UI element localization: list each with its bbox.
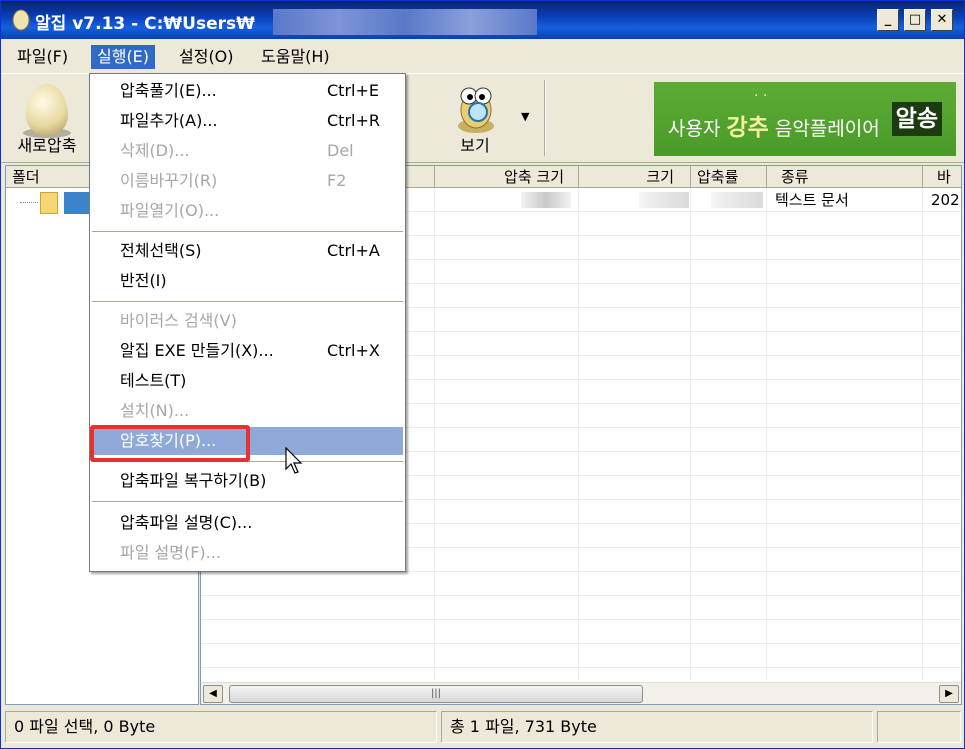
menu-item-label: 반전(I) bbox=[120, 271, 167, 290]
horizontal-scrollbar[interactable]: ◀ ||| ▶ bbox=[201, 682, 961, 704]
size-column-header[interactable]: 크기 bbox=[579, 166, 691, 188]
scroll-right-arrow-icon[interactable]: ▶ bbox=[939, 685, 959, 703]
menu-separator bbox=[92, 231, 403, 233]
menu-item-label: 전체선택(S) bbox=[120, 241, 202, 260]
menu-item-label: 바이러스 검색(V) bbox=[120, 311, 237, 330]
highlight-annotation-box bbox=[90, 425, 250, 462]
menu-settings[interactable]: 설정(O) bbox=[173, 45, 240, 69]
menu-item-label: 압축파일 복구하기(B) bbox=[120, 471, 267, 490]
banner-text: 사용자 강추 음악플레이어 bbox=[668, 108, 880, 142]
menu-item-shortcut: F2 bbox=[327, 171, 347, 190]
menu-item-delete: 삭제(D)... Del bbox=[92, 137, 403, 165]
menu-bar: 파일(F) 실행(E) 설정(O) 도움말(H) bbox=[1, 43, 964, 71]
menu-item-archive-comment[interactable]: 압축파일 설명(C)... bbox=[92, 509, 403, 537]
file-type-cell: 텍스트 문서 bbox=[775, 191, 849, 209]
menu-help[interactable]: 도움말(H) bbox=[255, 45, 336, 69]
menu-item-label: 압축파일 설명(C)... bbox=[120, 513, 253, 532]
scroll-thumb[interactable]: ||| bbox=[229, 685, 643, 703]
banner-highlight: 강추 bbox=[726, 115, 769, 141]
menu-item-label: 삭제(D)... bbox=[120, 141, 190, 160]
menu-item-label: 이름바꾸기(R) bbox=[120, 171, 218, 190]
status-total: 총 1 파일, 731 Byte bbox=[441, 711, 873, 743]
menu-item-extract[interactable]: 압축풀기(E)... Ctrl+E bbox=[92, 77, 403, 105]
menu-item-shortcut: Ctrl+R bbox=[327, 111, 380, 130]
menu-item-label: 파일 설명(F)... bbox=[120, 543, 221, 562]
banner-part1: 사용자 bbox=[668, 118, 727, 140]
redacted-path bbox=[273, 9, 537, 35]
menu-item-label: 알집 EXE 만들기(X)... bbox=[120, 341, 274, 360]
table-row bbox=[201, 572, 961, 596]
banner-part3: 음악플레이어 bbox=[768, 118, 880, 140]
menu-item-label: 파일추가(A)... bbox=[120, 111, 218, 130]
banner-dots: · · bbox=[754, 88, 768, 104]
menu-file[interactable]: 파일(F) bbox=[11, 45, 74, 69]
ratio-column-header[interactable]: 압축률 bbox=[691, 166, 767, 188]
menu-item-label: 파일열기(O)... bbox=[120, 201, 220, 220]
menu-separator bbox=[92, 301, 403, 303]
new-archive-button[interactable]: 새로압축 bbox=[7, 78, 87, 160]
close-button[interactable]: ✕ bbox=[931, 9, 953, 31]
menu-item-shortcut: Ctrl+A bbox=[327, 241, 380, 260]
minimize-button[interactable]: _ bbox=[877, 9, 899, 31]
table-row bbox=[201, 644, 961, 668]
menu-item-test[interactable]: 테스트(T) bbox=[92, 367, 403, 395]
menu-item-virus-scan: 바이러스 검색(V) bbox=[92, 307, 403, 335]
main-window: 알집 v7.13 - C:₩Users₩ _ □ ✕ 파일(F) 실행(E) 설… bbox=[0, 0, 965, 749]
table-row bbox=[201, 596, 961, 620]
modified-column-header[interactable]: 바 bbox=[923, 166, 961, 188]
menu-item-rename: 이름바꾸기(R) F2 bbox=[92, 167, 403, 195]
redacted-size bbox=[639, 192, 689, 208]
menu-separator bbox=[92, 501, 403, 503]
menu-item-label: 테스트(T) bbox=[120, 371, 187, 390]
folder-icon bbox=[40, 192, 58, 214]
menu-item-add-files[interactable]: 파일추가(A)... Ctrl+R bbox=[92, 107, 403, 135]
menu-item-label: 설치(N)... bbox=[120, 401, 190, 420]
new-archive-label: 새로압축 bbox=[17, 136, 77, 155]
menu-item-make-exe[interactable]: 알집 EXE 만들기(X)... Ctrl+X bbox=[92, 337, 403, 365]
view-button[interactable]: 보기 bbox=[439, 78, 511, 160]
menu-item-shortcut: Ctrl+X bbox=[327, 341, 380, 360]
menu-item-shortcut: Del bbox=[327, 141, 354, 160]
window-title: 알집 v7.13 - C:₩Users₩ bbox=[35, 14, 255, 34]
menu-item-open-file: 파일열기(O)... bbox=[92, 197, 403, 225]
menu-item-label: 압축풀기(E)... bbox=[120, 81, 217, 100]
menu-item-install: 설치(N)... bbox=[92, 397, 403, 425]
egg-app-icon bbox=[12, 9, 30, 31]
menu-item-invert[interactable]: 반전(I) bbox=[92, 267, 403, 295]
view-label: 보기 bbox=[460, 136, 490, 155]
title-bar[interactable]: 알집 v7.13 - C:₩Users₩ _ □ ✕ bbox=[1, 1, 964, 39]
menu-item-repair[interactable]: 압축파일 복구하기(B) bbox=[92, 467, 403, 495]
view-dropdown-arrow[interactable]: ▼ bbox=[521, 110, 529, 123]
alsong-ad-banner[interactable]: · · 사용자 강추 음악플레이어 알송 bbox=[654, 82, 956, 156]
file-modified-cell: 202 bbox=[931, 191, 960, 209]
toolbar-separator bbox=[544, 80, 546, 156]
banner-alsong-logo: 알송 bbox=[891, 102, 942, 136]
mouse-cursor-icon bbox=[285, 447, 303, 474]
table-row bbox=[201, 620, 961, 644]
scroll-left-arrow-icon[interactable]: ◀ bbox=[203, 685, 223, 703]
menu-run[interactable]: 실행(E) bbox=[91, 45, 156, 69]
egg-icon bbox=[26, 84, 68, 136]
menu-item-select-all[interactable]: 전체선택(S) Ctrl+A bbox=[92, 237, 403, 265]
status-selection: 0 파일 선택, 0 Byte bbox=[5, 711, 437, 743]
maximize-button[interactable]: □ bbox=[904, 9, 926, 31]
status-bar: 0 파일 선택, 0 Byte 총 1 파일, 731 Byte bbox=[1, 709, 964, 747]
redacted-ratio bbox=[711, 192, 763, 208]
magnifier-character-icon bbox=[458, 87, 494, 133]
type-column-header[interactable]: 종류 bbox=[767, 166, 923, 188]
tree-line bbox=[20, 202, 38, 203]
menu-item-shortcut: Ctrl+E bbox=[327, 81, 379, 100]
redacted-compressed-size bbox=[521, 192, 571, 208]
compressed-size-column-header[interactable]: 압축 크기 bbox=[435, 166, 579, 188]
run-menu-dropdown: 압축풀기(E)... Ctrl+E 파일추가(A)... Ctrl+R 삭제(D).… bbox=[89, 73, 406, 572]
menu-item-file-comment: 파일 설명(F)... bbox=[92, 539, 403, 567]
status-extra bbox=[877, 711, 961, 743]
